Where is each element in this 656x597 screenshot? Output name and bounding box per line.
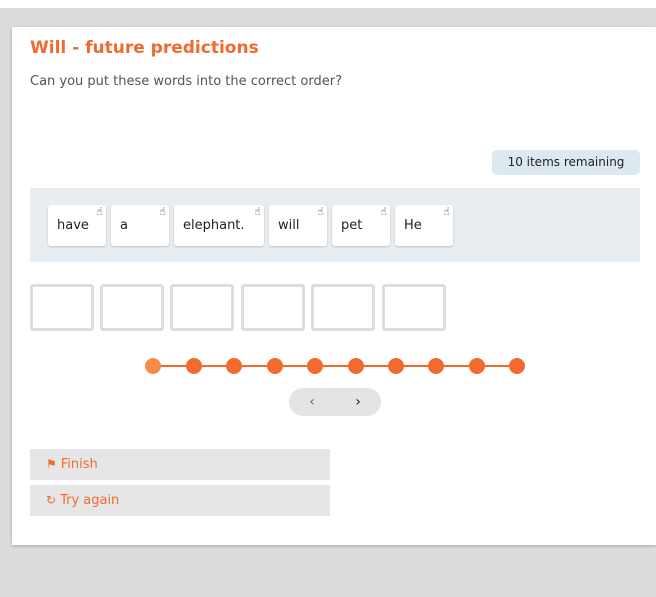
answer-slot[interactable] — [311, 284, 375, 331]
progress-dot[interactable] — [388, 358, 404, 374]
try-again-label: Try again — [60, 493, 120, 508]
word-tile[interactable]: have ☝ — [48, 205, 106, 246]
chevron-left-icon: ‹ — [309, 394, 315, 410]
progress-dot[interactable] — [509, 358, 525, 374]
word-tile-label: pet — [341, 218, 363, 233]
refresh-icon: ↻ — [46, 493, 57, 507]
progress-dot-current[interactable] — [145, 358, 161, 374]
answer-slot[interactable] — [100, 284, 164, 331]
word-tile-label: a — [120, 218, 128, 233]
word-tile[interactable]: a ☝ — [111, 205, 169, 246]
word-tile[interactable]: pet ☝ — [332, 205, 390, 246]
chevron-right-icon: › — [355, 394, 361, 410]
progress-dot[interactable] — [428, 358, 444, 374]
answer-slot[interactable] — [382, 284, 446, 331]
activity-card: Will - future predictions Can you put th… — [12, 27, 656, 545]
progress-track — [153, 365, 517, 367]
finish-label: Finish — [60, 457, 98, 472]
drag-hand-icon: ☝ — [96, 205, 103, 218]
word-tile[interactable]: elephant. ☝ — [174, 205, 264, 246]
drag-hand-icon: ☝ — [159, 205, 166, 218]
answer-slot[interactable] — [170, 284, 234, 331]
previous-button[interactable]: ‹ — [289, 388, 335, 416]
progress-dot[interactable] — [469, 358, 485, 374]
next-button[interactable]: › — [335, 388, 381, 416]
word-pool: have ☝ a ☝ elephant. ☝ will ☝ pet ☝ He ☝ — [30, 188, 640, 262]
try-again-button[interactable]: ↻ Try again — [30, 485, 330, 516]
word-tile-label: He — [404, 218, 422, 233]
activity-instruction: Can you put these words into the correct… — [30, 74, 342, 89]
answer-slot[interactable] — [241, 284, 305, 331]
answer-slot[interactable] — [30, 284, 94, 331]
progress-dot[interactable] — [226, 358, 242, 374]
progress-dot[interactable] — [307, 358, 323, 374]
word-tile-label: will — [278, 218, 300, 233]
word-tile-label: elephant. — [183, 218, 245, 233]
activity-title: Will - future predictions — [30, 38, 259, 58]
drag-hand-icon: ☝ — [254, 205, 261, 218]
drag-hand-icon: ☝ — [380, 205, 387, 218]
drag-hand-icon: ☝ — [443, 205, 450, 218]
top-strip — [0, 0, 656, 8]
progress-dot[interactable] — [267, 358, 283, 374]
finish-button[interactable]: ⚑ Finish — [30, 449, 330, 480]
progress-dot[interactable] — [186, 358, 202, 374]
word-tile[interactable]: He ☝ — [395, 205, 453, 246]
pager-controls: ‹ › — [289, 388, 381, 416]
flag-icon: ⚑ — [46, 457, 57, 471]
word-tile[interactable]: will ☝ — [269, 205, 327, 246]
word-tile-label: have — [57, 218, 89, 233]
items-remaining-badge: 10 items remaining — [492, 150, 640, 175]
drag-hand-icon: ☝ — [317, 205, 324, 218]
progress-dot[interactable] — [348, 358, 364, 374]
